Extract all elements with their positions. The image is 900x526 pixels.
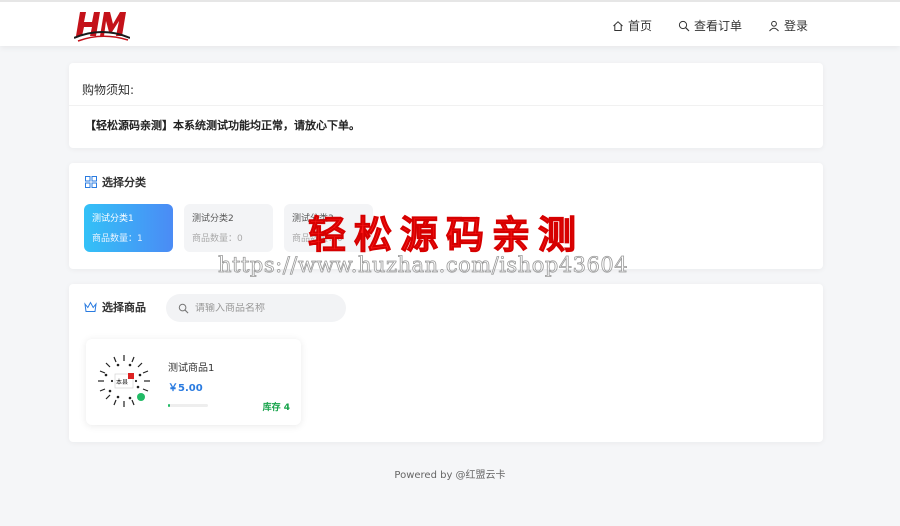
- product-name: 测试商品1: [168, 363, 215, 374]
- product-price: ￥5.00: [168, 383, 203, 394]
- crown-icon: [84, 301, 97, 312]
- brand-logo[interactable]: [74, 8, 130, 42]
- notice-body: 【轻松源码亲测】本系统测试功能均正常，请放心下单。: [85, 119, 360, 132]
- grid-icon: [85, 176, 97, 188]
- category-count: 商品数量：0: [192, 234, 243, 244]
- nav-orders-label: 查看订单: [693, 19, 742, 33]
- category-item-2[interactable]: 测试分类2 商品数量：0: [184, 204, 273, 252]
- home-icon: [613, 20, 623, 31]
- notice-card: 购物须知: 【轻松源码亲测】本系统测试功能均正常，请放心下单。: [69, 63, 823, 148]
- search-icon: [178, 303, 189, 313]
- goods-search-input[interactable]: [195, 302, 335, 314]
- main-nav: 首页 查看订单 登录: [612, 17, 808, 34]
- category-title: 选择分类: [102, 176, 146, 189]
- nav-login[interactable]: 登录: [768, 17, 808, 34]
- category-name: 测试分类2: [192, 214, 234, 224]
- top-navbar: 首页 查看订单 登录: [0, 0, 900, 46]
- nav-home[interactable]: 首页: [612, 17, 652, 34]
- nav-login-label: 登录: [783, 19, 808, 33]
- category-header: 选择分类: [85, 174, 146, 190]
- goods-title: 选择商品: [102, 301, 146, 314]
- nav-orders[interactable]: 查看订单: [678, 17, 742, 34]
- search-icon: [678, 20, 690, 31]
- product-stock: 库存 4: [262, 403, 290, 413]
- product-card[interactable]: 本县 测试商品1 ￥5.00 库存 4: [86, 339, 301, 425]
- goods-header: 选择商品: [84, 299, 146, 315]
- stock-progress-fill: [168, 404, 170, 407]
- qr-label: 本县: [116, 378, 128, 386]
- goods-card: 选择商品 本县: [69, 284, 823, 442]
- notice-divider: [69, 105, 823, 106]
- nav-home-label: 首页: [627, 19, 652, 33]
- category-count: 商品数量：1: [92, 234, 143, 244]
- user-icon: [769, 20, 779, 31]
- category-name: 测试分类1: [92, 214, 134, 224]
- notice-title: 购物须知:: [82, 83, 135, 97]
- watermark-url: https://www.huzhan.com/ishop43604: [218, 253, 629, 278]
- footer-powered-by: Powered by @红盟云卡: [394, 470, 506, 481]
- goods-search[interactable]: [166, 294, 346, 322]
- category-item-1[interactable]: 测试分类1 商品数量：1: [84, 204, 173, 252]
- stock-progress-bar: [168, 404, 208, 407]
- watermark-title: 轻松源码亲测: [307, 213, 585, 258]
- product-qr-image: 本县: [98, 355, 150, 407]
